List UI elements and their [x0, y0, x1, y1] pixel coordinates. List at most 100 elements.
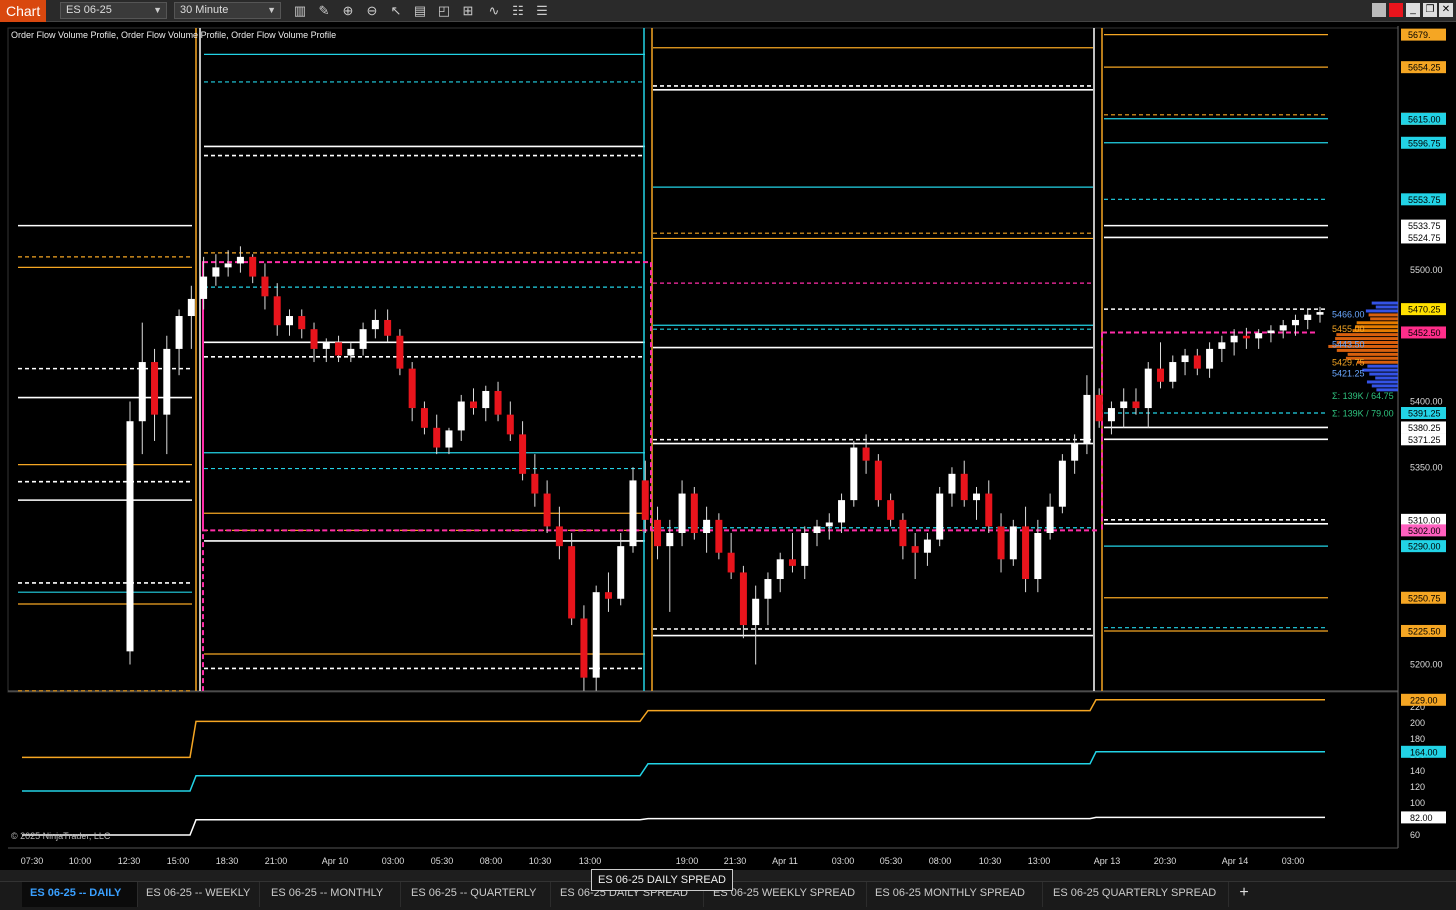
time-tick: 03:00: [382, 856, 405, 866]
tab-es-weekly[interactable]: ES 06-25 -- WEEKLY: [138, 882, 260, 907]
time-tick: 03:00: [832, 856, 855, 866]
candle-body: [739, 572, 747, 626]
lower-tick: 60: [1410, 830, 1420, 840]
record-button[interactable]: [1389, 3, 1403, 17]
candle-body: [236, 256, 244, 264]
maximize-button[interactable]: ❐: [1423, 3, 1437, 17]
toggle-panel-button[interactable]: [1372, 3, 1386, 17]
time-tick: Apr 13: [1094, 856, 1121, 866]
price-tick: 5200.00: [1410, 660, 1443, 670]
candle-body: [604, 592, 612, 599]
candle-body: [617, 546, 625, 599]
indicator-label: Order Flow Volume Profile, Order Flow Vo…: [11, 30, 337, 40]
pointer-icon[interactable]: ↖: [387, 2, 405, 20]
candle-body: [310, 329, 318, 349]
candle-body: [1242, 335, 1250, 339]
candle-body: [1230, 335, 1238, 343]
profile-bar: [1375, 376, 1398, 380]
candle-body: [1157, 368, 1165, 382]
list-icon[interactable]: ☰: [533, 2, 551, 20]
price-marker-label: 5524.75: [1408, 233, 1441, 243]
oscillator-line: [22, 699, 1325, 759]
interval-selector[interactable]: 30 Minute ▼: [174, 2, 281, 19]
zoom-out-icon[interactable]: ⊖: [363, 2, 381, 20]
candle-body: [997, 526, 1005, 560]
time-tick: 03:00: [1282, 856, 1305, 866]
profile-bar: [1369, 372, 1398, 376]
indicators-icon[interactable]: ∿: [485, 2, 503, 20]
candle-body: [445, 430, 453, 448]
chart-canvas[interactable]: 5466.00 5455.00 5443.50 5429.75 5421.25 Σ: 13…: [0, 22, 1456, 870]
time-tick: Apr 14: [1222, 856, 1249, 866]
tab-es-monthly[interactable]: ES 06-25 -- MONTHLY: [263, 882, 401, 907]
candle-body: [985, 493, 993, 527]
candle-body: [261, 276, 269, 297]
candle-body: [420, 408, 428, 428]
candle-body: [948, 473, 956, 494]
candle-body: [936, 493, 944, 540]
profile-label: 5443.50: [1332, 339, 1365, 349]
properties-icon[interactable]: ☷: [509, 2, 527, 20]
candle-body: [727, 552, 735, 573]
profile-label: Σ: 139K / 64.75: [1332, 391, 1394, 401]
candle-body: [813, 526, 821, 533]
price-marker-label: 5371.25: [1408, 435, 1441, 445]
profile-label: 5466.00: [1332, 310, 1365, 320]
chevron-down-icon: ▼: [153, 5, 162, 15]
candle-body: [335, 342, 343, 356]
candle-body: [273, 296, 281, 326]
candle-body: [972, 493, 980, 501]
profile-bar: [1367, 364, 1398, 368]
lower-tick: 120: [1410, 782, 1425, 792]
zoom-in-icon[interactable]: ⊕: [339, 2, 357, 20]
profile-bar: [1365, 309, 1398, 313]
price-tick: 5500.00: [1410, 265, 1443, 275]
chart-toolbar: Chart ES 06-25 ▼ 30 Minute ▼ ▥ ✎ ⊕ ⊖ ↖ ▤ ◰…: [0, 0, 1456, 22]
instrument-value: ES 06-25: [66, 4, 112, 16]
candle-body: [1022, 526, 1030, 580]
tab-es-quarterly-spread[interactable]: ES 06-25 QUARTERLY SPREAD: [1045, 882, 1229, 907]
candle-body: [482, 390, 490, 409]
candle-body: [874, 460, 882, 501]
candle-body: [1316, 312, 1324, 315]
close-button[interactable]: ✕: [1439, 3, 1453, 17]
draw-pencil-icon[interactable]: ✎: [315, 2, 333, 20]
time-tick: 08:00: [929, 856, 952, 866]
candle-body: [629, 480, 637, 547]
lower-marker-label: 164.00: [1410, 747, 1438, 757]
candle-body: [580, 618, 588, 678]
time-tick: 10:30: [529, 856, 552, 866]
minimize-button[interactable]: _: [1406, 3, 1420, 17]
tab-es-quarterly[interactable]: ES 06-25 -- QUARTERLY: [403, 882, 551, 907]
bar-type-icon[interactable]: ▥: [291, 2, 309, 20]
profile-label: 5455.00: [1332, 324, 1365, 334]
candle-body: [801, 533, 809, 566]
price-marker-label: 5380.25: [1408, 423, 1441, 433]
candle-body: [163, 348, 171, 415]
candle-body: [752, 598, 760, 626]
candle-body: [200, 276, 208, 299]
candle-body: [960, 473, 968, 501]
candle-body: [1291, 319, 1299, 326]
candle-body: [224, 263, 232, 268]
strategies-icon[interactable]: ⊞: [459, 2, 477, 20]
candle-body: [764, 579, 772, 599]
candle-body: [715, 519, 723, 553]
time-tick: 21:00: [265, 856, 288, 866]
price-marker-label: 5290.00: [1408, 542, 1441, 552]
candle-body: [1169, 362, 1177, 382]
profile-bar: [1371, 384, 1398, 388]
tab-es-daily[interactable]: ES 06-25 -- DAILY: [22, 882, 138, 907]
templates-icon[interactable]: ◰: [435, 2, 453, 20]
tab-es-monthly-spread[interactable]: ES 06-25 MONTHLY SPREAD: [867, 882, 1043, 907]
time-tick: 12:30: [118, 856, 141, 866]
time-tick: 05:30: [880, 856, 903, 866]
instrument-selector[interactable]: ES 06-25 ▼: [60, 2, 167, 19]
price-tick: 5400.00: [1410, 397, 1443, 407]
data-box-icon[interactable]: ▤: [411, 2, 429, 20]
add-tab-button[interactable]: +: [1236, 884, 1252, 902]
profile-bar: [1336, 348, 1398, 352]
time-tick: 20:30: [1154, 856, 1177, 866]
time-tick: 10:30: [979, 856, 1002, 866]
candle-body: [825, 522, 833, 527]
